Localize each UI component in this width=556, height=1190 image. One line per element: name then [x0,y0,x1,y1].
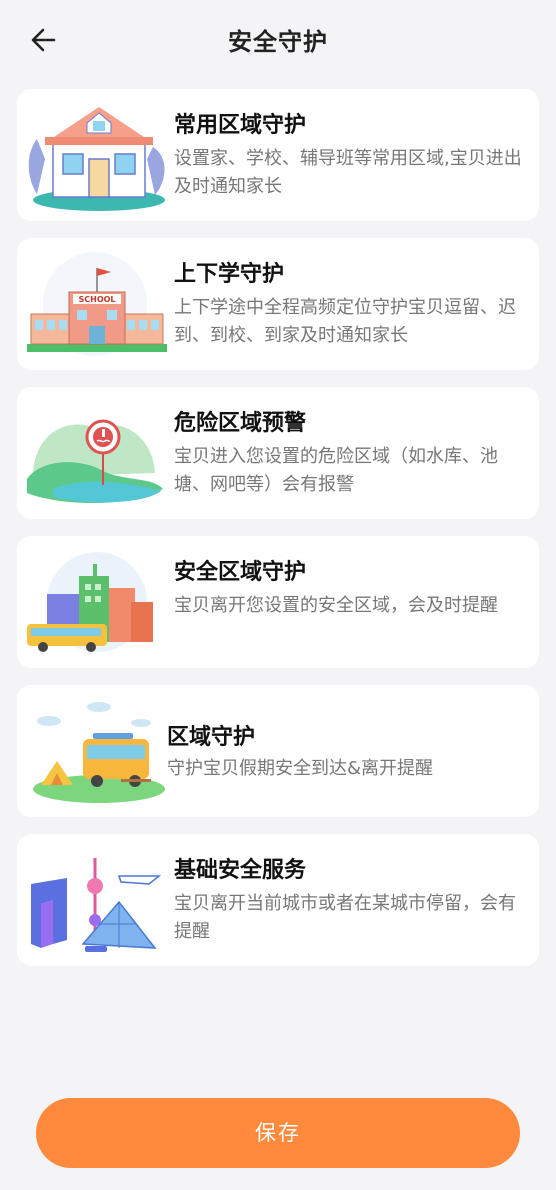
card-title: 常用区域守护 [174,113,307,138]
card-basic-safety[interactable]: 基础安全服务 宝贝离开当前城市或者在某城市停留，会有提醒 [17,834,539,966]
card-title: 上下学守护 [174,262,285,287]
card-title: 基础安全服务 [174,858,307,883]
card-safe-area[interactable]: 安全区域守护 宝贝离开您设置的安全区域，会及时提醒 [17,536,539,668]
card-description: 上下学途中全程高频定位守护宝贝逗留、迟到、到校、到家及时通知家长 [174,297,516,346]
danger-water-illustration-icon [27,419,163,504]
card-school-commute[interactable]: SCHOOL 上下学守护 上下学途中全程高频定位守护宝贝逗留、迟到、到校、到家及… [17,238,539,370]
card-title: 安全区域守护 [174,560,307,585]
city-bus-illustration-icon [27,552,153,652]
card-danger-warning[interactable]: 危险区域预警 宝贝进入您设置的危险区域（如水库、池塘、网吧等）会有报警 [17,387,539,519]
header-bar: 安全守护 [0,0,556,80]
school-sign: SCHOOL [78,295,115,304]
school-illustration-icon: SCHOOL [27,252,167,356]
card-description: 守护宝贝假期安全到达&离开提醒 [167,758,434,779]
city-landmarks-illustration-icon [31,858,162,952]
card-title: 危险区域预警 [174,411,307,436]
card-description: 宝贝离开当前城市或者在某城市停留，会有提醒 [174,893,516,942]
camping-van-illustration-icon [33,702,165,803]
card-description: 设置家、学校、辅导班等常用区域,宝贝进出及时通知家长 [174,148,522,197]
card-description: 宝贝离开您设置的安全区域，会及时提醒 [174,595,498,616]
card-description: 宝贝进入您设置的危险区域（如水库、池塘、网吧等）会有报警 [174,446,498,495]
card-title: 区域守护 [167,725,256,750]
card-common-area[interactable]: 常用区域守护 设置家、学校、辅导班等常用区域,宝贝进出及时通知家长 [17,89,539,221]
card-area-guard[interactable]: 区域守护 守护宝贝假期安全到达&离开提醒 [17,685,539,817]
save-button[interactable]: 保存 [36,1098,520,1168]
page-title: 安全守护 [228,28,328,56]
house-illustration-icon [28,107,165,211]
